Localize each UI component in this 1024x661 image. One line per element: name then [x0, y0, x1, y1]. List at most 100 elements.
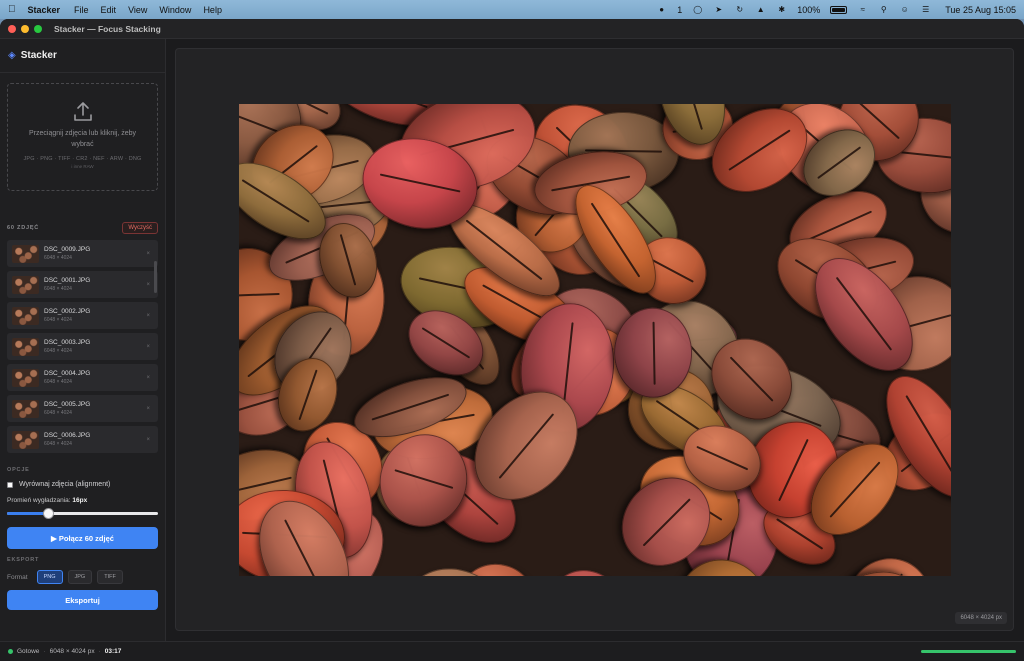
radius-slider[interactable] [7, 508, 158, 519]
file-list-item[interactable]: DSC_0003.JPG 6048 × 4024 × [7, 333, 158, 360]
format-option-jpg[interactable]: JPG [67, 570, 93, 584]
combine-photos-button[interactable]: ▶ Połącz 60 zdjęć [7, 527, 158, 549]
file-dropzone[interactable]: Przeciągnij zdjęcia lub kliknij, żeby wy… [7, 83, 158, 191]
bean-crease [905, 395, 951, 479]
file-list-item[interactable]: DSC_0002.JPG 6048 × 4024 × [7, 302, 158, 329]
radius-value: 16px [72, 497, 88, 504]
bean-crease [239, 293, 280, 298]
bean-crease [498, 413, 555, 479]
coffee-bean-shape [538, 557, 636, 576]
minimize-window-button[interactable] [21, 24, 29, 33]
remove-file-icon[interactable]: × [146, 282, 150, 288]
slider-thumb[interactable] [42, 508, 54, 519]
format-option-png[interactable]: PNG [36, 570, 63, 584]
bean-crease [836, 277, 893, 352]
file-size: 6048 × 4024 [44, 379, 72, 385]
file-thumbnail [12, 337, 39, 356]
file-list-item[interactable]: DSC_0005.JPG 6048 × 4024 × [7, 395, 158, 422]
file-list-item[interactable]: DSC_0009.JPG 6048 × 4024 × [7, 240, 158, 267]
radius-label: Promień wygładzania: 16px [7, 497, 87, 504]
menu-help[interactable]: Help [203, 5, 222, 15]
menu-edit[interactable]: Edit [101, 5, 117, 15]
file-meta: DSC_0005.JPG 6048 × 4024 [44, 401, 90, 416]
format-option-tiff[interactable]: TIFF [97, 570, 123, 584]
remove-file-icon[interactable]: × [146, 344, 150, 350]
menu-file[interactable]: File [74, 5, 89, 15]
notification-icon[interactable]: ● [656, 4, 667, 15]
align-option[interactable]: Wyrównaj zdjęcia (alignment) [7, 481, 110, 488]
file-thumbnail [12, 275, 39, 294]
bean-crease [298, 369, 318, 420]
bean-crease [829, 461, 881, 518]
status-state: Gotowe [17, 648, 40, 655]
brand-name: Stacker [20, 50, 57, 61]
status-ready-icon [8, 649, 13, 654]
file-name: DSC_0009.JPG [44, 246, 91, 253]
window-title: Stacker — Focus Stacking [54, 23, 161, 34]
apple-logo-icon[interactable]:  [8, 4, 16, 15]
remove-file-icon[interactable]: × [146, 437, 150, 443]
close-window-button[interactable] [8, 24, 16, 33]
menu-bar-clock[interactable]: Tue 25 Aug 15:05 [945, 5, 1016, 15]
status-dimensions: 6048 × 4024 px [49, 648, 95, 655]
stacked-image-preview[interactable] [239, 104, 951, 576]
notification-count: 1 [677, 4, 683, 15]
progress-fill [921, 650, 1016, 653]
export-button[interactable]: Eksportuj [7, 590, 158, 610]
remove-file-icon[interactable]: × [146, 375, 150, 381]
file-list-scrollbar[interactable] [154, 261, 157, 293]
menu-window[interactable]: Window [159, 5, 191, 15]
bean-crease [339, 234, 356, 287]
status-separator: · [43, 648, 46, 655]
image-dimensions-badge: 6048 × 4024 px [955, 612, 1007, 624]
file-meta: DSC_0004.JPG 6048 × 4024 [44, 370, 90, 385]
info-icon[interactable]: ◯ [692, 4, 703, 15]
align-label: Wyrównaj zdjęcia (alignment) [19, 481, 111, 488]
menu-view[interactable]: View [128, 5, 147, 15]
user-icon[interactable]: ☺ [899, 4, 910, 15]
sync-icon[interactable]: ↻ [734, 4, 745, 15]
dropzone-instructions: Przeciągnij zdjęcia lub kliknij, żeby wy… [29, 130, 136, 148]
clear-files-button[interactable]: Wyczyść [122, 222, 158, 234]
progress-bar [921, 650, 1016, 653]
battery-percent: 100% [797, 4, 821, 15]
file-size: 6048 × 4024 [44, 410, 72, 416]
bean-crease [371, 393, 450, 421]
status-bar: Gotowe · 6048 × 4024 px · 03:17 [0, 641, 1024, 661]
files-header: 60 ZDJĘĆ Wyczyść [7, 220, 158, 236]
file-meta: DSC_0006.JPG 6048 × 4024 [44, 432, 90, 447]
file-list-item[interactable]: DSC_0004.JPG 6048 × 4024 × [7, 364, 158, 391]
file-size: 6048 × 4024 [44, 348, 72, 354]
remove-file-icon[interactable]: × [146, 251, 150, 257]
main-area: 6048 × 4024 px [166, 39, 1024, 641]
bean-crease [241, 179, 310, 223]
brand: ◈ Stacker [0, 39, 165, 73]
bean-crease [695, 445, 748, 471]
control-center-icon[interactable]: ☰ [920, 4, 931, 15]
bluetooth-icon[interactable]: ✱ [776, 4, 787, 15]
format-selector: Format PNG JPG TIFF [7, 570, 128, 584]
wifi-icon[interactable]: ≈ [857, 4, 868, 15]
remove-file-icon[interactable]: × [146, 406, 150, 412]
file-list-item[interactable]: DSC_0001.JPG 6048 × 4024 × [7, 271, 158, 298]
dropzone-formats: JPG · PNG · TIFF · CR2 · NEF · ARW · DNG [23, 156, 142, 162]
format-label: Format [7, 573, 28, 581]
align-checkbox[interactable] [7, 481, 13, 488]
title-bar[interactable]: Stacker — Focus Stacking [0, 19, 1024, 39]
zoom-window-button[interactable] [34, 24, 42, 33]
app-window: Stacker — Focus Stacking ◈ Stacker Przec… [0, 19, 1024, 661]
files-count: 60 ZDJĘĆ [7, 225, 40, 231]
remove-file-icon[interactable]: × [146, 313, 150, 319]
menu-app-name[interactable]: Stacker [28, 5, 61, 15]
send-icon[interactable]: ➤ [713, 4, 724, 15]
search-icon[interactable]: ⚲ [878, 4, 889, 15]
menu-bar:  Stacker File Edit View Window Help ● 1… [0, 0, 1024, 19]
file-thumbnail [12, 368, 39, 387]
file-list[interactable]: DSC_0009.JPG 6048 × 4024 × DSC_0001.JPG 6048… [7, 240, 158, 458]
upload-icon [73, 102, 92, 121]
preview-panel: 6048 × 4024 px [175, 48, 1014, 631]
vpn-icon[interactable]: ▲ [755, 4, 766, 15]
bean-crease [393, 469, 453, 490]
battery-icon[interactable] [830, 5, 848, 14]
file-list-item[interactable]: DSC_0006.JPG 6048 × 4024 × [7, 426, 158, 453]
